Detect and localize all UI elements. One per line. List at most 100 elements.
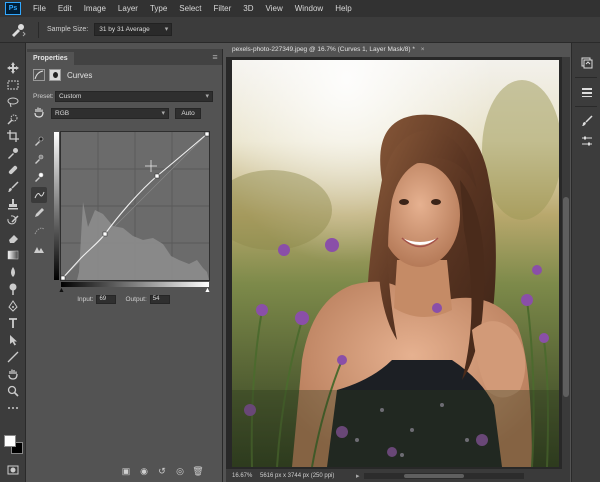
menu-type[interactable]: Type <box>144 0 173 17</box>
vertical-scroll-thumb[interactable] <box>563 197 569 397</box>
input-value-field[interactable]: 69 <box>96 295 117 304</box>
libraries-icon <box>581 88 592 97</box>
eyedropper-icon <box>35 172 44 182</box>
adjustments-panel-button[interactable] <box>572 131 600 151</box>
trash-icon[interactable]: 🗑 <box>189 464 207 478</box>
history-brush-tool[interactable] <box>0 212 26 229</box>
libraries-panel-button[interactable] <box>572 82 600 102</box>
stamp-tool[interactable] <box>0 195 26 212</box>
curves-graph[interactable] <box>60 131 210 281</box>
menu-image[interactable]: Image <box>78 0 112 17</box>
visibility-eye-icon[interactable]: ◎ <box>171 464 189 478</box>
document-info[interactable]: 5616 px x 3744 px (250 ppi) <box>260 473 356 479</box>
menu-view[interactable]: View <box>260 0 289 17</box>
zoom-level[interactable]: 16.67% <box>226 473 260 479</box>
close-tab-icon[interactable]: × <box>421 46 425 53</box>
quick-select-tool[interactable] <box>0 110 26 127</box>
brush-tool[interactable] <box>0 178 26 195</box>
lasso-tool[interactable] <box>0 93 26 110</box>
vertical-scrollbar[interactable] <box>562 57 570 469</box>
zoom-tool[interactable] <box>0 382 26 399</box>
hand-tool[interactable] <box>0 365 26 382</box>
sample-size-select[interactable]: 31 by 31 Average <box>94 23 173 36</box>
horizontal-scrollbar[interactable] <box>363 472 524 479</box>
smooth-curve-tool[interactable] <box>31 223 47 239</box>
white-point-slider[interactable]: ▲ <box>204 287 211 294</box>
color-swatches[interactable] <box>4 435 24 455</box>
move-icon <box>7 61 19 74</box>
type-tool[interactable] <box>0 314 26 331</box>
quick-mask-button[interactable] <box>0 461 26 478</box>
document-tab-title: pexels-photo-227349.jpeg @ 16.7% (Curves… <box>232 46 415 53</box>
smooth-icon <box>34 227 44 235</box>
foreground-color-swatch[interactable] <box>4 435 16 447</box>
right-dock <box>571 43 600 482</box>
tab-properties[interactable]: Properties <box>27 52 74 65</box>
dodge-tool[interactable] <box>0 280 26 297</box>
eyedropper-icon <box>35 136 44 146</box>
move-tool[interactable] <box>0 59 26 76</box>
healing-tool[interactable] <box>0 161 26 178</box>
channel-select[interactable]: RGB <box>51 107 169 119</box>
marquee-tool[interactable] <box>0 76 26 93</box>
type-icon <box>9 317 17 328</box>
more-tools[interactable] <box>0 399 26 416</box>
blur-tool[interactable] <box>0 263 26 280</box>
history-panel-button[interactable] <box>572 53 600 73</box>
edit-points-tool[interactable] <box>31 187 47 203</box>
menu-window[interactable]: Window <box>289 0 329 17</box>
hand-icon <box>8 369 18 380</box>
eraser-tool[interactable] <box>0 229 26 246</box>
sample-size-label: Sample Size: <box>47 26 89 33</box>
reset-icon[interactable]: ↺ <box>153 464 171 478</box>
menu-3d[interactable]: 3D <box>237 0 259 17</box>
path-select-tool[interactable] <box>0 331 26 348</box>
horizontal-scroll-thumb[interactable] <box>403 473 464 478</box>
curve-endpoint <box>61 275 66 280</box>
black-point-eyedropper[interactable] <box>31 133 47 149</box>
white-point-eyedropper[interactable] <box>31 169 47 185</box>
targeted-adjustment-icon[interactable] <box>33 106 51 121</box>
document-photo[interactable] <box>232 60 559 467</box>
clip-to-layer-icon[interactable]: ▣ <box>117 464 135 478</box>
status-bar: 16.67% 5616 px x 3744 px (250 ppi) ▸ <box>226 469 570 482</box>
pen-tool[interactable] <box>0 297 26 314</box>
output-value-field[interactable]: 54 <box>149 295 170 304</box>
draw-curve-tool[interactable] <box>31 205 47 221</box>
pen-icon <box>8 299 18 312</box>
brush-settings-icon <box>581 115 593 126</box>
layer-mask-icon[interactable] <box>49 69 61 81</box>
eyedropper-tool[interactable] <box>0 144 26 161</box>
auto-button[interactable]: Auto <box>175 107 201 119</box>
stamp-icon <box>8 198 18 209</box>
adjust-icon <box>581 136 592 146</box>
curve-endpoint <box>204 132 209 137</box>
panel-menu-icon[interactable]: ≡ <box>208 51 222 65</box>
menu-filter[interactable]: Filter <box>208 0 238 17</box>
curves-graph-svg <box>61 132 209 280</box>
photoshop-logo[interactable]: Ps <box>5 2 21 15</box>
gray-point-eyedropper[interactable] <box>31 151 47 167</box>
properties-footer: ▣ ◉ ↺ ◎ 🗑 <box>117 464 207 478</box>
line-tool[interactable] <box>0 348 26 365</box>
blur-icon <box>11 266 15 277</box>
menu-select[interactable]: Select <box>173 0 207 17</box>
menu-edit[interactable]: Edit <box>52 0 78 17</box>
document-tab[interactable]: pexels-photo-227349.jpeg @ 16.7% (Curves… <box>226 43 460 57</box>
preset-select[interactable]: Custom <box>55 90 213 102</box>
brush-settings-panel-button[interactable] <box>572 111 600 131</box>
menu-file[interactable]: File <box>27 0 52 17</box>
tool-preset-picker[interactable] <box>6 20 30 40</box>
curves-adjustment-icon[interactable] <box>33 69 45 81</box>
properties-panel: Properties ≡ Curves Preset: Custom RGB A… <box>27 49 223 482</box>
dock-separator <box>575 77 597 78</box>
menu-help[interactable]: Help <box>329 0 357 17</box>
clipping-warning-tool[interactable] <box>31 241 47 257</box>
gradient-tool[interactable] <box>0 246 26 263</box>
crop-tool[interactable] <box>0 127 26 144</box>
status-menu-arrow-icon[interactable]: ▸ <box>356 472 360 480</box>
menu-layer[interactable]: Layer <box>112 0 144 17</box>
black-point-slider[interactable]: ▲ <box>58 287 65 294</box>
curve-tools <box>31 133 47 259</box>
view-previous-state-icon[interactable]: ◉ <box>135 464 153 478</box>
